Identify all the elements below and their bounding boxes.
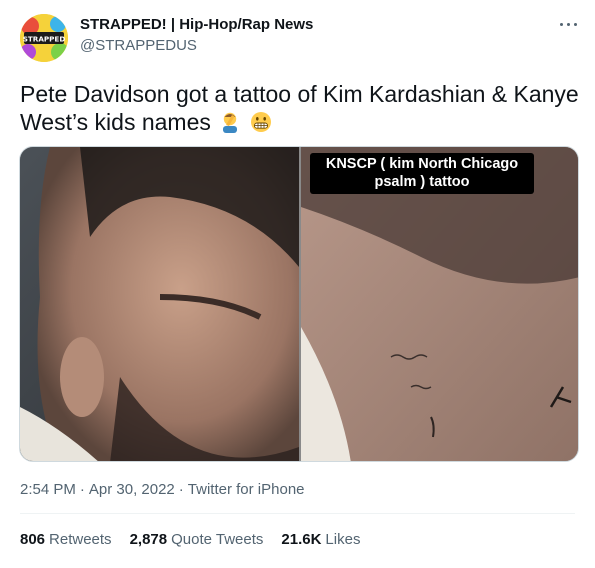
author-handle[interactable]: @STRAPPEDUS (80, 37, 197, 54)
tweet-date[interactable]: Apr 30, 2022 (89, 481, 175, 498)
tweet-source[interactable]: Twitter for iPhone (188, 481, 305, 498)
quote-tweets-label: Quote Tweets (171, 531, 264, 548)
author-display-name[interactable]: STRAPPED! | Hip-Hop/Rap News (80, 16, 313, 33)
tweet-body: Pete Davidson got a tattoo of Kim Kardas… (20, 81, 579, 135)
face-closeup-photo[interactable] (20, 147, 299, 461)
tweet-text: Pete Davidson got a tattoo of Kim Kardas… (20, 80, 580, 136)
avatar[interactable]: STRAPPED (20, 14, 68, 62)
retweets-label: Retweets (49, 531, 112, 548)
man-facepalming-emoji (223, 112, 238, 133)
tweet-time[interactable]: 2:54 PM (20, 481, 76, 498)
neck-tattoo-closeup-photo[interactable] (301, 147, 578, 461)
tweet-card: STRAPPED STRAPPED! | Hip-Hop/Rap News @S… (0, 0, 595, 568)
meta-separator: · (79, 481, 85, 498)
quote-tweets-count: 2,878 (129, 531, 168, 548)
tweet-meta: 2:54 PM · Apr 30, 2022 · Twitter for iPhone (20, 481, 305, 498)
grimacing-face-emoji (250, 112, 271, 132)
divider (20, 513, 575, 514)
retweets-stat[interactable]: 806 Retweets (20, 531, 112, 548)
likes-stat[interactable]: 21.6K Likes (281, 531, 360, 548)
engagement-stats: 806 Retweets 2,878 Quote Tweets 21.6K Likes (20, 531, 360, 548)
likes-label: Likes (325, 531, 361, 548)
more-options-icon[interactable] (557, 14, 581, 34)
author-name-row[interactable]: STRAPPED! | Hip-Hop/Rap News (80, 16, 313, 33)
retweets-count: 806 (20, 531, 46, 548)
avatar-logo-text: STRAPPED (23, 35, 66, 44)
likes-count: 21.6K (281, 531, 322, 548)
quote-tweets-stat[interactable]: 2,878 Quote Tweets (130, 531, 264, 548)
meta-separator: · (178, 481, 184, 498)
media-caption: KNSCP ( kim North Chicago psalm ) tattoo (310, 153, 534, 194)
